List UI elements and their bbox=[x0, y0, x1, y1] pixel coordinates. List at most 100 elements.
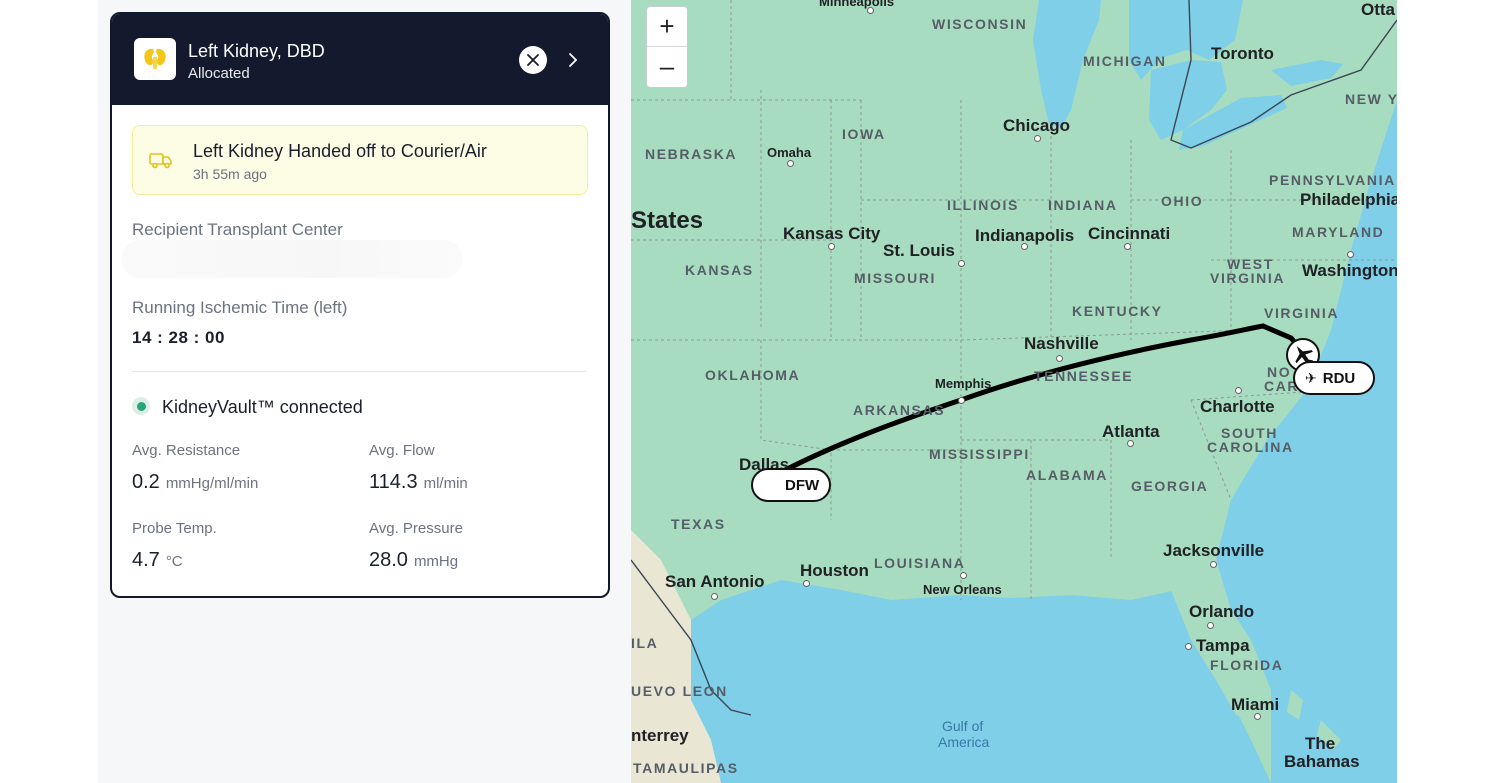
map-label: St. Louis bbox=[883, 241, 955, 260]
airplane-small-icon: ✈ bbox=[1305, 369, 1317, 386]
map-label: OKLAHOMA bbox=[705, 367, 801, 383]
origin-airport-pill[interactable]: DFW bbox=[751, 468, 831, 502]
map-label: ILA bbox=[631, 635, 659, 651]
city-dot bbox=[828, 243, 835, 250]
recipient-center-value bbox=[122, 240, 462, 278]
handoff-alert: Left Kidney Handed off to Courier/Air 3h… bbox=[132, 125, 588, 195]
route-map[interactable]: Minneapolis WISCONSIN MICHIGAN Toronto O… bbox=[631, 0, 1397, 783]
city-dot bbox=[803, 580, 810, 587]
map-label: States bbox=[631, 207, 704, 234]
map-label: Minneapolis bbox=[819, 0, 895, 9]
map-label: VIRGINIA bbox=[1210, 270, 1286, 286]
zoom-controls: + – bbox=[646, 6, 688, 88]
ischemic-time-value: 14 : 28 : 00 bbox=[132, 328, 225, 347]
map-label: NEBRASKA bbox=[645, 146, 738, 162]
map-label: VIRGINIA bbox=[1264, 305, 1340, 321]
map-label: NEW YO bbox=[1345, 91, 1397, 107]
zoom-in-button[interactable]: + bbox=[647, 7, 687, 47]
organ-card-header: Left Kidney, DBD Allocated bbox=[112, 14, 608, 105]
city-dot bbox=[1207, 622, 1214, 629]
close-button[interactable] bbox=[519, 46, 547, 74]
map-label: Orlando bbox=[1189, 602, 1255, 621]
metric-label: Avg. Flow bbox=[369, 442, 435, 459]
map-label: Chicago bbox=[1003, 116, 1071, 135]
map-label: Nashville bbox=[1024, 334, 1099, 353]
metric-value: 4.7 °C bbox=[132, 549, 183, 571]
expand-button[interactable] bbox=[562, 48, 584, 72]
map-label: IOWA bbox=[842, 126, 886, 142]
truck-icon bbox=[149, 153, 172, 169]
connection-status: KidneyVault™ connected bbox=[162, 397, 363, 417]
city-dot bbox=[1210, 561, 1217, 568]
origin-code: DFW bbox=[785, 476, 820, 494]
city-dot bbox=[1056, 355, 1063, 362]
destination-airport-pill[interactable]: ✈ RDU bbox=[1293, 361, 1375, 395]
map-label: MISSISSIPPI bbox=[929, 446, 1030, 462]
ischemic-time-label: Running Ischemic Time (left) bbox=[132, 298, 348, 317]
map-label: San Antonio bbox=[665, 572, 765, 591]
map-label: TAMAULIPAS bbox=[633, 760, 739, 776]
map-label: OHIO bbox=[1161, 193, 1204, 209]
alert-time: 3h 55m ago bbox=[193, 166, 267, 182]
metric-label: Avg. Pressure bbox=[369, 520, 463, 537]
map-label: MISSOURI bbox=[854, 270, 937, 286]
city-dot bbox=[711, 593, 718, 600]
organ-title: Left Kidney, DBD bbox=[188, 41, 325, 61]
map-label: Cincinnati bbox=[1088, 224, 1171, 243]
map-label: Houston bbox=[800, 561, 869, 580]
map-label: KANSAS bbox=[685, 262, 754, 278]
city-dot bbox=[1235, 387, 1242, 394]
metric-value: 28.0 mmHg bbox=[369, 549, 459, 571]
connection-status-dot bbox=[132, 397, 150, 415]
map-label: ARKANSAS bbox=[853, 402, 946, 418]
city-dot bbox=[1185, 643, 1192, 650]
map-label: MICHIGAN bbox=[1083, 53, 1167, 69]
city-dot bbox=[1124, 243, 1131, 250]
divider bbox=[132, 371, 586, 372]
city-dot bbox=[960, 572, 967, 579]
city-dot bbox=[1347, 251, 1354, 258]
map-label: Philadelphia bbox=[1300, 190, 1397, 209]
map-label: Kansas City bbox=[783, 224, 881, 243]
metric-label: Probe Temp. bbox=[132, 520, 217, 537]
map-label: FLORIDA bbox=[1210, 657, 1284, 673]
destination-code: RDU bbox=[1322, 369, 1356, 387]
city-dot bbox=[787, 160, 794, 167]
map-label: Atlanta bbox=[1102, 422, 1160, 441]
map-label: Charlotte bbox=[1200, 397, 1275, 416]
map-label: ALABAMA bbox=[1026, 467, 1108, 483]
chevron-right-icon bbox=[569, 53, 578, 67]
metric-value: 0.2 mmHg/ml/min bbox=[132, 471, 259, 493]
map-label: Indianapolis bbox=[975, 226, 1075, 245]
map-label: PENNSYLVANIA bbox=[1269, 172, 1396, 188]
map-label: TEXAS bbox=[671, 516, 726, 532]
organ-card: Left Kidney, DBD Allocated Left Kidney H… bbox=[110, 12, 610, 598]
map-label: Otta bbox=[1361, 0, 1395, 19]
map-label: UEVO LEON bbox=[631, 683, 728, 699]
map-label: GEORGIA bbox=[1131, 478, 1209, 494]
map-label: Jacksonville bbox=[1163, 541, 1265, 560]
map-label: LOUISIANA bbox=[874, 555, 966, 571]
map-label: nterrey bbox=[631, 726, 689, 745]
close-icon bbox=[527, 54, 539, 66]
map-label: New Orleans bbox=[923, 582, 1002, 597]
map-label: Tampa bbox=[1196, 636, 1250, 655]
metric-value: 114.3 ml/min bbox=[369, 471, 468, 493]
zoom-out-button[interactable]: – bbox=[647, 47, 687, 86]
map-label: ILLINOIS bbox=[947, 197, 1019, 213]
map-label: Bahamas bbox=[1284, 752, 1360, 771]
map-label: Omaha bbox=[767, 145, 812, 160]
alert-title: Left Kidney Handed off to Courier/Air bbox=[193, 141, 487, 161]
map-label: Gulf of bbox=[942, 718, 984, 734]
city-dot bbox=[1034, 135, 1041, 142]
map-label: Toronto bbox=[1211, 44, 1274, 63]
map-label: MARYLAND bbox=[1292, 224, 1385, 240]
map-label: Washington bbox=[1302, 261, 1397, 280]
metric-label: Avg. Resistance bbox=[132, 442, 241, 459]
map-label: TENNESSEE bbox=[1034, 368, 1134, 384]
recipient-center-label: Recipient Transplant Center bbox=[132, 220, 343, 239]
map-label: CAROLINA bbox=[1207, 439, 1294, 455]
kidney-icon bbox=[134, 38, 176, 80]
map-label: WISCONSIN bbox=[932, 16, 1028, 32]
city-dot bbox=[958, 260, 965, 267]
